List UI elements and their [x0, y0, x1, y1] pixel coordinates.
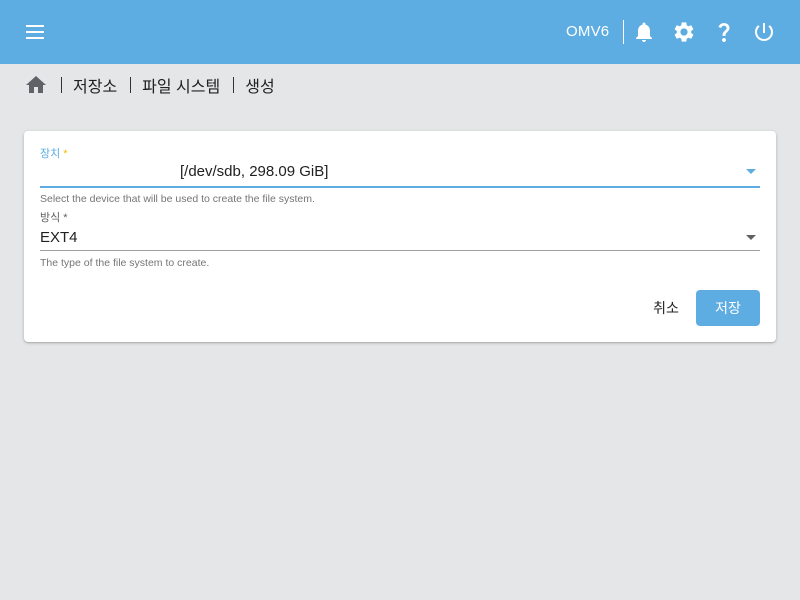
breadcrumb-separator	[61, 77, 62, 93]
gear-icon[interactable]	[672, 20, 696, 44]
breadcrumb: 저장소 파일 시스템 생성	[24, 74, 275, 96]
save-button[interactable]: 저장	[696, 290, 760, 326]
method-underline	[40, 250, 760, 251]
breadcrumb-item-storage[interactable]: 저장소	[73, 73, 117, 97]
breadcrumb-separator	[130, 77, 132, 93]
method-value[interactable]: EXT4	[40, 229, 78, 246]
method-hint: The type of the file system to create.	[40, 257, 210, 269]
device-select[interactable]: 장치 * [/dev/sdb, 298.09 GiB] Select the de…	[40, 145, 760, 207]
menu-icon[interactable]	[24, 20, 48, 44]
device-hint: Select the device that will be used to c…	[40, 193, 315, 205]
home-icon[interactable]	[24, 73, 48, 97]
method-label: 방식 *	[40, 212, 68, 224]
device-underline	[40, 186, 760, 188]
breadcrumb-item-create: 생성	[245, 79, 275, 96]
method-select[interactable]: 방식 * EXT4 The type of the file system to …	[40, 209, 760, 271]
cancel-button[interactable]: 취소	[634, 290, 698, 326]
bell-icon[interactable]	[632, 20, 656, 44]
hostname-label: OMV6	[566, 23, 610, 40]
device-value[interactable]: [/dev/sdb, 298.09 GiB]	[180, 163, 328, 180]
power-icon[interactable]	[752, 20, 776, 44]
breadcrumb-separator	[233, 77, 235, 93]
top-bar: OMV6	[0, 0, 800, 64]
toolbar-divider	[623, 20, 624, 44]
dropdown-arrow-icon[interactable]	[746, 235, 756, 240]
device-label: 장치 *	[40, 148, 68, 160]
create-filesystem-form: 장치 * [/dev/sdb, 298.09 GiB] Select the de…	[24, 131, 776, 342]
help-icon[interactable]	[712, 20, 736, 44]
breadcrumb-item-filesystems[interactable]: 파일 시스템	[142, 73, 220, 97]
dropdown-arrow-icon[interactable]	[746, 169, 756, 174]
